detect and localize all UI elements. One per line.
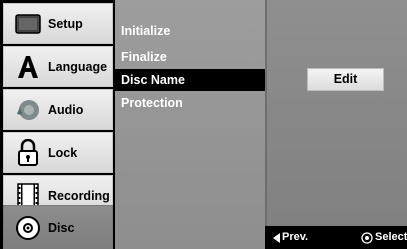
letter-a-icon	[14, 53, 42, 81]
prev-label: Prev.	[282, 231, 309, 243]
sidebar-item-label: Language	[48, 59, 108, 74]
sidebar-item-disc[interactable]: Disc	[3, 205, 113, 249]
disc-options-menu: Initialize Finalize Disc Name Protection	[115, 0, 265, 249]
option-panel: Edit	[265, 0, 407, 249]
disc-icon	[14, 214, 42, 242]
sidebar-item-label: Lock	[48, 145, 78, 160]
sidebar-item-label: Disc	[48, 221, 75, 235]
sidebar-item-label: Setup	[48, 16, 83, 31]
enter-button-icon	[361, 231, 373, 244]
menu-item-initialize[interactable]: Initialize	[115, 20, 265, 42]
padlock-icon	[14, 138, 42, 167]
sidebar-item-audio[interactable]: Audio	[3, 89, 113, 130]
select-hint: Select	[361, 226, 407, 249]
sidebar-item-language[interactable]: Language	[3, 46, 113, 87]
sidebar-item-lock[interactable]: Lock	[3, 132, 113, 173]
menu-item-disc-name[interactable]: Disc Name	[115, 69, 265, 91]
sidebar-item-setup[interactable]: Setup	[3, 3, 113, 44]
speaker-icon	[14, 96, 42, 124]
sidebar-item-label: Audio	[48, 102, 84, 117]
tv-screen-icon	[14, 10, 42, 38]
select-label: Select	[375, 231, 407, 243]
prev-hint: Prev.	[273, 226, 308, 249]
category-sidebar: Setup Language Audio Lock Recording Disc	[0, 0, 115, 249]
edit-button[interactable]: Edit	[307, 68, 384, 91]
navigation-hint-bar: Prev. Select	[265, 226, 407, 249]
left-arrow-icon	[273, 232, 280, 243]
disc-setup-screen: Setup Language Audio Lock Recording Disc…	[0, 0, 407, 249]
menu-item-protection[interactable]: Protection	[115, 92, 265, 114]
menu-item-finalize[interactable]: Finalize	[115, 46, 265, 68]
sidebar-item-label: Recording	[48, 188, 110, 203]
